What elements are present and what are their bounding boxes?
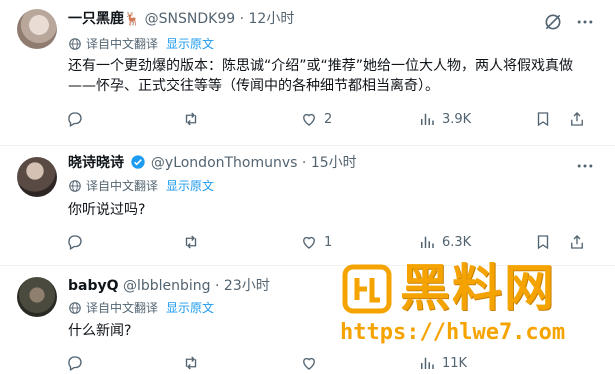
tweet[interactable]: 一只黑鹿🦌 @SNSNDK99 · 12小时 译自中文翻译 显示原文 还有一个更劲… (0, 0, 615, 146)
more-icon[interactable] (575, 12, 595, 32)
bookmark-icon (537, 112, 549, 127)
share-icon (571, 235, 583, 249)
like-button[interactable]: 1 (300, 231, 332, 253)
reply-button[interactable] (66, 108, 90, 130)
tweet-text: 你听说过吗? (68, 202, 146, 218)
globe-icon (69, 38, 81, 50)
grok-icon[interactable] (543, 12, 563, 32)
watermark-title: 黑料网 (400, 259, 556, 317)
separator-dot: · (239, 11, 245, 27)
display-name[interactable]: 晓诗晓诗 (68, 155, 124, 171)
translated-label: 译自中文翻译 (86, 37, 159, 51)
retweet-icon (185, 356, 197, 370)
timestamp[interactable]: 15小时 (311, 155, 357, 171)
user-handle[interactable]: @SNSNDK99 (145, 11, 236, 27)
like-count: 2 (324, 111, 333, 127)
like-button[interactable]: 2 (300, 108, 332, 130)
translation-bar: 译自中文翻译 显示原文 (68, 36, 214, 52)
deer-emoji: 🦌 (124, 12, 141, 27)
views-icon (421, 113, 434, 125)
tweet[interactable]: 晓诗晓诗 @yLondonThomunvs · 15小时 译自中文翻译 显示原文 … (0, 146, 615, 266)
show-original-link[interactable]: 显示原文 (166, 301, 214, 315)
reply-button[interactable] (66, 231, 90, 253)
watermark: 黑料网 https://hlwe7.com (340, 259, 615, 368)
share-button[interactable] (568, 231, 586, 253)
watermark-logo-icon (342, 264, 392, 314)
more-icon[interactable] (575, 156, 595, 176)
share-button[interactable] (568, 108, 586, 130)
share-icon (571, 112, 583, 126)
translated-label: 译自中文翻译 (86, 179, 159, 193)
views-count: 6.3K (442, 234, 472, 250)
separator-dot: · (215, 278, 220, 294)
timestamp[interactable]: 23小时 (224, 278, 270, 294)
retweet-button[interactable] (182, 108, 206, 130)
tweet-header: babyQ @lbblenbing · 23小时 (68, 277, 270, 295)
watermark-url: https://hlwe7.com (340, 320, 566, 345)
retweet-icon (185, 112, 197, 126)
avatar[interactable] (17, 157, 57, 197)
reply-button[interactable] (66, 352, 90, 374)
tweet-header: 一只黑鹿🦌 @SNSNDK99 · 12小时 (68, 10, 294, 29)
like-icon (303, 357, 315, 370)
avatar[interactable] (17, 9, 57, 49)
globe-icon (69, 302, 81, 314)
like-count: 1 (324, 234, 333, 250)
bookmark-icon (537, 235, 549, 250)
like-button[interactable] (300, 352, 324, 374)
views-count: 3.9K (442, 111, 472, 127)
reply-icon (68, 356, 82, 371)
show-original-link[interactable]: 显示原文 (166, 179, 214, 193)
views-icon (421, 236, 434, 248)
like-icon (303, 113, 315, 126)
avatar[interactable] (17, 277, 57, 317)
translated-label: 译自中文翻译 (86, 301, 159, 315)
user-handle[interactable]: @lbblenbing (123, 278, 211, 294)
user-handle[interactable]: @yLondonThomunvs (151, 155, 298, 171)
display-name[interactable]: babyQ (68, 278, 119, 294)
show-original-link[interactable]: 显示原文 (166, 37, 214, 51)
separator-dot: · (301, 155, 307, 171)
reply-icon (68, 235, 82, 250)
retweet-button[interactable] (182, 231, 206, 253)
translation-bar: 译自中文翻译 显示原文 (68, 300, 214, 316)
bookmark-button[interactable] (534, 231, 552, 253)
views-button[interactable]: 6.3K (418, 231, 471, 253)
bookmark-button[interactable] (534, 108, 552, 130)
retweet-icon (185, 235, 197, 249)
timestamp[interactable]: 12小时 (249, 11, 295, 27)
globe-icon (69, 180, 81, 192)
display-name[interactable]: 一只黑鹿 (68, 11, 124, 27)
verified-icon (131, 155, 146, 169)
retweet-button[interactable] (182, 352, 206, 374)
tweet-text: 还有一个更劲爆的版本：陈思诚“介绍”或“推荐”她给一位大人物，两人将假戏真做——… (68, 58, 574, 94)
reply-icon (68, 112, 82, 127)
action-bar: 2 3.9K (66, 108, 596, 130)
like-icon (303, 236, 315, 249)
translation-bar: 译自中文翻译 显示原文 (68, 178, 214, 194)
tweet-header: 晓诗晓诗 @yLondonThomunvs · 15小时 (68, 154, 357, 172)
action-bar: 1 6.3K (66, 231, 596, 253)
views-button[interactable]: 3.9K (418, 108, 471, 130)
